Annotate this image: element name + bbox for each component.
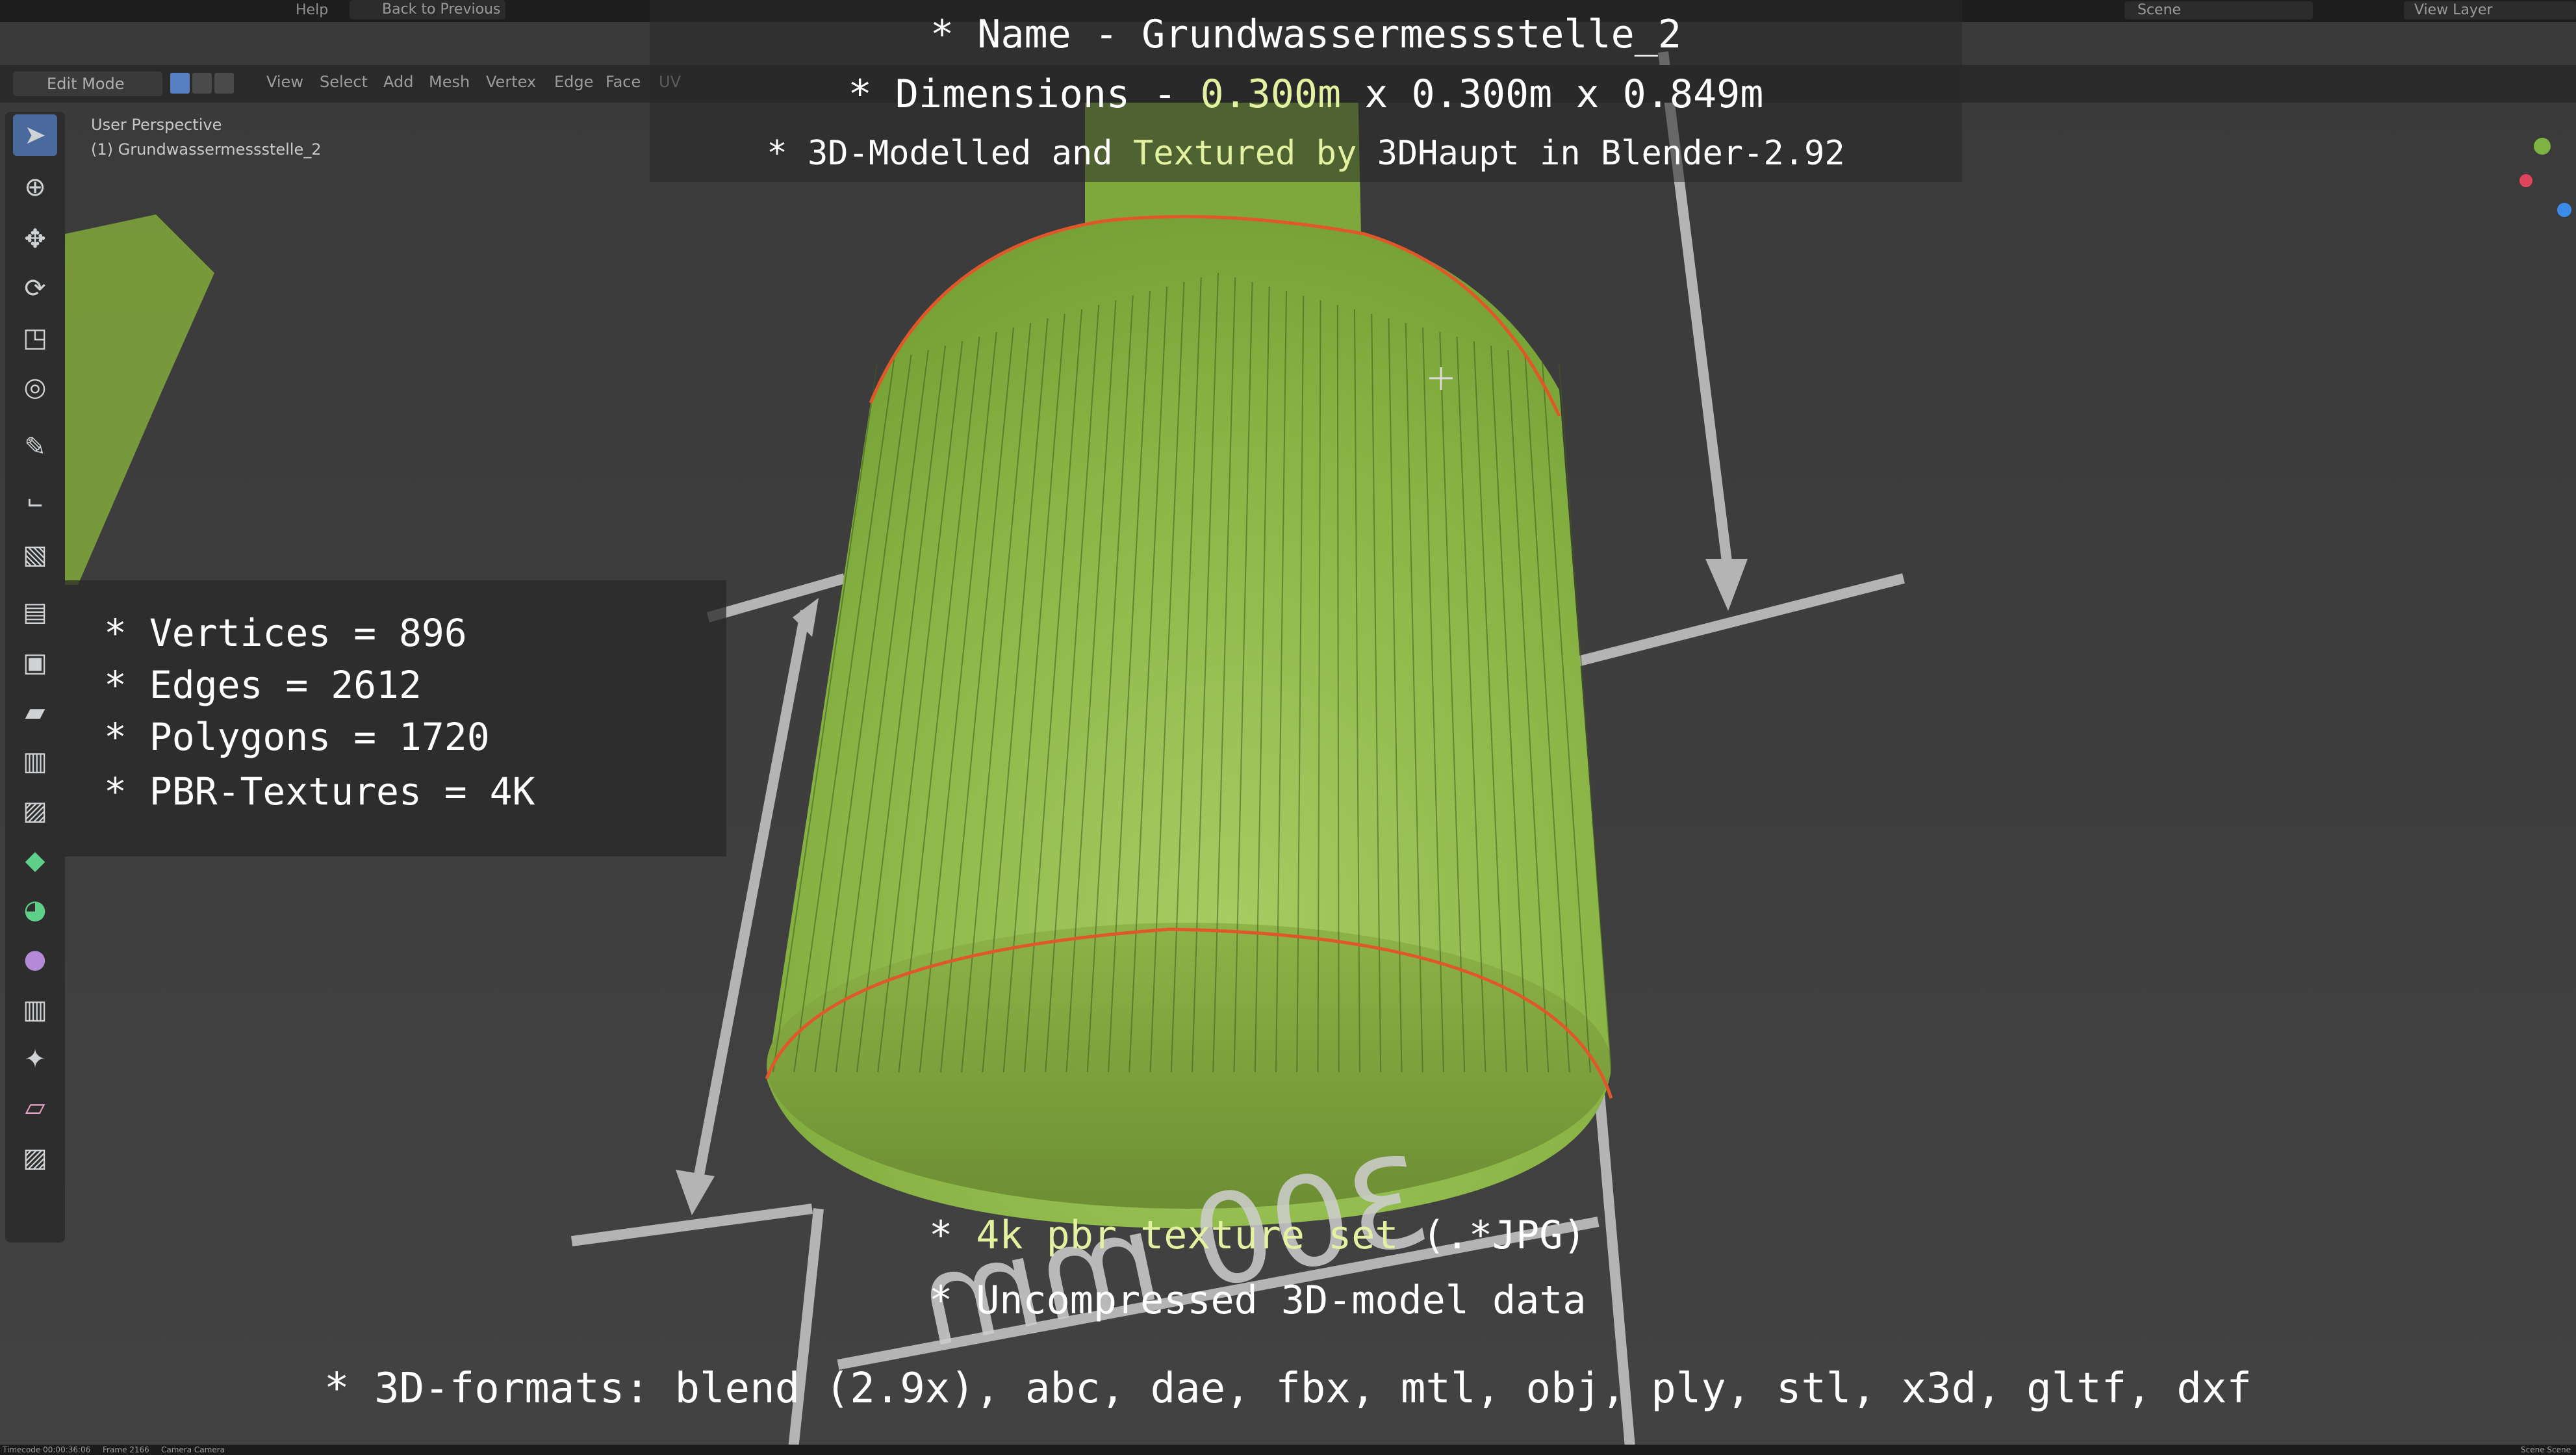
perspective-label: User Perspective [91,116,222,134]
move-icon: ✥ [24,224,46,254]
blender-window: 300 mm Help Back to Previous Scene View … [0,0,2576,1455]
transform-tool[interactable]: ◎ [13,367,57,408]
extrude-icon: ▤ [23,597,47,627]
gizmo-z-axis[interactable] [2557,203,2571,217]
gizmo-y-axis[interactable] [2534,138,2551,155]
inset-icon: ▣ [23,648,47,678]
bevel-tool[interactable]: ▰ [13,691,57,733]
shear-icon: ▱ [25,1092,45,1122]
stat-textures: * PBR-Textures = 4K [104,769,535,814]
transform-icon: ◎ [23,372,47,402]
view-layer-label: View Layer [2414,2,2493,18]
dimensions-prefix: * Dimensions - [848,71,1201,117]
gizmo-x-axis[interactable] [2519,174,2532,187]
status-scene: Scene Scene [2521,1445,2571,1454]
measure-icon: ⨽ [27,484,43,514]
credit-line: * 3D-Modelled and Textured by 3DHaupt in… [650,134,1962,173]
menu-select[interactable]: Select [320,73,368,91]
view-layer-selector[interactable]: View Layer [2404,1,2576,19]
rip-icon: ▨ [23,1143,47,1173]
smooth-tool[interactable]: ● [13,938,57,980]
stat-polygons: * Polygons = 1720 [104,715,490,759]
rotate-icon: ⟳ [24,274,46,303]
face-select-button[interactable] [214,73,234,94]
menu-help[interactable]: Help [296,2,328,18]
formats-line: * 3D-formats: blend (2.9x), abc, dae, fb… [324,1365,2252,1413]
loopcut-tool[interactable]: ▥ [13,741,57,782]
vertex-select-button[interactable] [170,73,190,94]
dimensions-first: 0.300m [1200,71,1342,117]
stat-vertices: * Vertices = 896 [104,611,467,655]
shrink-icon: ✦ [24,1044,46,1074]
add-cube-tool[interactable]: ▧ [13,534,57,576]
texture-prefix: * [929,1213,976,1258]
status-frame: Frame 2166 [103,1445,149,1454]
inset-tool[interactable]: ▣ [13,642,57,684]
back-to-previous-label: Back to Previous [382,1,501,18]
credit-highlight: Textured by [1132,134,1357,173]
shrink-tool[interactable]: ✦ [13,1038,57,1080]
navigation-gizmo[interactable] [2508,130,2573,221]
smooth-icon: ● [23,944,47,974]
knife-tool[interactable]: ▨ [13,790,57,832]
name-line: * Name - Grundwassermessstelle_2 [930,12,1681,57]
select-arrow-icon: ➤ [24,120,46,150]
menu-view[interactable]: View [266,73,303,91]
active-object-label: (1) Grundwassermessstelle_2 [91,140,322,159]
scene-label: Scene [2137,2,2182,18]
rip-tool[interactable]: ▨ [13,1137,57,1179]
menu-edge[interactable]: Edge [554,73,593,91]
scale-tool[interactable]: ◳ [13,317,57,359]
menu-vertex[interactable]: Vertex [486,73,536,91]
cursor-icon: ⊕ [24,172,46,202]
spin-tool[interactable]: ◕ [13,889,57,931]
mode-dropdown[interactable]: Edit Mode [13,71,162,96]
shear-tool[interactable]: ▱ [13,1087,57,1128]
texture-highlight: 4k pbr texture set [976,1213,1399,1258]
bevel-icon: ▰ [25,697,45,727]
rotate-tool[interactable]: ⟳ [13,268,57,309]
edge-slide-icon: ▥ [23,995,47,1025]
menu-add[interactable]: Add [383,73,413,91]
tool-shelf: ➤ ⊕ ✥ ⟳ ◳ ◎ ✎ ⨽ ▧ ▤ ▣ ▰ ▥ ▨ ◆ ◕ ● ▥ ✦ ▱ … [5,112,65,1243]
polybuild-tool[interactable]: ◆ [13,840,57,881]
credit-suffix: 3DHaupt in Blender-2.92 [1357,134,1845,173]
status-timecode: Timecode 00:00:36:06 [3,1445,91,1454]
stat-edges: * Edges = 2612 [104,663,422,707]
knife-icon: ▨ [23,796,47,826]
mesh-bottom-face [767,923,1611,1209]
credit-prefix: * 3D-Modelled and [767,134,1133,173]
texture-set-line: * 4k pbr texture set (.*JPG) [929,1213,1586,1258]
polybuild-icon: ◆ [25,845,45,875]
menu-mesh[interactable]: Mesh [429,73,470,91]
back-to-previous-button[interactable]: Back to Previous [350,0,505,19]
uncompressed-line: * Uncompressed 3D-model data [929,1278,1587,1323]
edge-slide-tool[interactable]: ▥ [13,989,57,1031]
status-bar: Timecode 00:00:36:06 Frame 2166 Camera C… [0,1445,2576,1455]
annotate-icon: ✎ [24,432,46,462]
loopcut-icon: ▥ [23,747,47,777]
texture-suffix: (.*JPG) [1398,1213,1587,1258]
edge-select-button[interactable] [192,73,212,94]
move-tool[interactable]: ✥ [13,218,57,260]
annotate-tool[interactable]: ✎ [13,426,57,468]
dimensions-rest: x 0.300m x 0.849m [1341,71,1764,117]
select-box-tool[interactable]: ➤ [13,114,57,156]
cursor-tool[interactable]: ⊕ [13,166,57,208]
spin-icon: ◕ [23,895,47,925]
scene-selector[interactable]: Scene [2124,1,2313,19]
menu-face[interactable]: Face [606,73,641,91]
dimensions-line: * Dimensions - 0.300m x 0.300m x 0.849m [650,71,1962,117]
extrude-tool[interactable]: ▤ [13,591,57,633]
status-camera: Camera Camera [161,1445,225,1454]
scale-icon: ◳ [23,323,47,353]
mode-label: Edit Mode [47,75,125,93]
add-cube-icon: ▧ [23,540,47,570]
measure-tool[interactable]: ⨽ [13,478,57,520]
